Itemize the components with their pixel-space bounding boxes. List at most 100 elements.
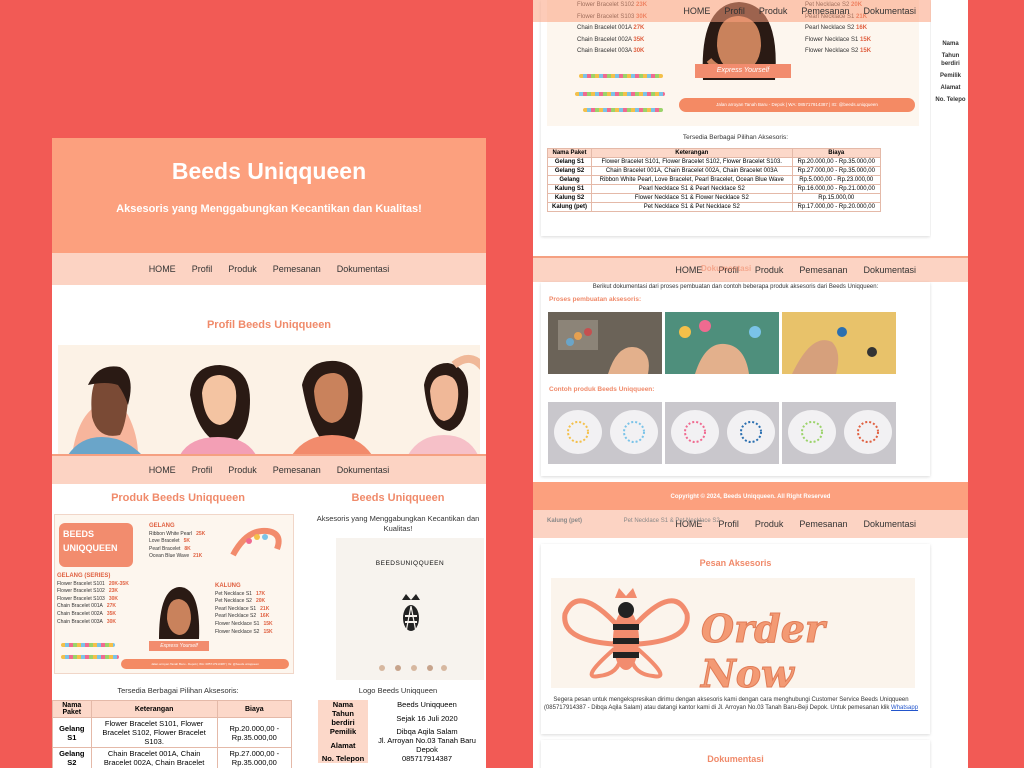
nav-produk[interactable]: Produk xyxy=(228,264,257,274)
nav-profil[interactable]: Profil xyxy=(724,6,745,16)
list-item: Chain Bracelet 002A 35K xyxy=(57,611,153,619)
cell: Gelang xyxy=(546,175,593,185)
info-key: Tahun berdiri xyxy=(318,709,368,727)
nav-produk[interactable]: Produk xyxy=(228,465,257,475)
item-price: 35K xyxy=(106,610,117,617)
kalung-list: KALUNG Pet Necklace S1 17K Pet Necklace S2… xyxy=(215,583,281,636)
cell: Kalung (pet) xyxy=(546,202,593,212)
table-row: Kalung (pet) Pet Necklace S1 & Pet Neckla… xyxy=(546,202,881,212)
profil-title: Profil Beeds Uniqqueen xyxy=(206,319,332,331)
package-table-full: Nama Paket Keterangan Biaya Gelang S1 Flo… xyxy=(546,148,881,212)
cell: Ribbon White Pearl, Love Bracelet, Pearl… xyxy=(591,175,793,185)
nav-dokumentasi[interactable]: Dokumentasi xyxy=(863,6,916,16)
side-info-strip: Nama Tahun berdiri Pemilik Alamat No. Telepo xyxy=(931,0,968,258)
gelang-series-heading: GELANG (SERIES) xyxy=(57,573,111,579)
item-name: Pet Necklace S1 xyxy=(215,590,252,597)
list-item: Pearl Necklace S2 16K xyxy=(805,25,868,31)
item-price: 25K xyxy=(196,530,206,537)
info-row: No. Telepon 085717914387 xyxy=(318,754,486,763)
about-desc: Aksesoris yang Menggabungkan Kecantikan … xyxy=(316,514,480,533)
nav-profil[interactable]: Profil xyxy=(718,519,739,529)
nav-produk[interactable]: Produk xyxy=(755,265,784,275)
process-photo-3 xyxy=(782,312,896,374)
info-table: Nama Beeds Uniqqueen Tahun berdiri Sejak 16… xyxy=(318,700,486,763)
list-item: Ribbon White Pearl 25K xyxy=(149,531,215,539)
dokumentasi-card: Berikut dokumentasi dari proses pembuata… xyxy=(541,282,930,476)
catalog-contact-text: Jalan arroyan Tanah Baru - Depok | WA: 0… xyxy=(716,102,878,107)
order-now-banner[interactable]: Order Now xyxy=(551,578,915,697)
about-title: Beeds Uniqqueen xyxy=(351,492,445,504)
nav-dokumentasi[interactable]: Dokumentasi xyxy=(337,465,390,475)
gelang-list: GELANG Ribbon White Pearl 25K Love Bracele… xyxy=(149,523,215,561)
nav-pemesanan[interactable]: Pemesanan xyxy=(273,465,321,475)
item-name: Chain Bracelet 002A xyxy=(57,610,103,617)
nav-home[interactable]: HOME xyxy=(149,264,176,274)
item-name: Ribbon White Pearl xyxy=(149,530,193,537)
nav-pemesanan[interactable]: Pemesanan xyxy=(801,6,849,16)
side-label: Pemilik xyxy=(939,73,961,79)
order-now-text[interactable]: Order Now xyxy=(701,606,915,697)
copyright-text: Copyright © 2024, Beeds Uniqqueen. All R… xyxy=(670,494,831,500)
cell: Flower Bracelet S101, Flower Bracelet S1… xyxy=(591,157,793,167)
side-label: Alamat xyxy=(940,85,961,91)
item-name: Ocean Blue Wave xyxy=(149,553,190,560)
nav-home[interactable]: HOME xyxy=(683,6,710,16)
product-photo-2 xyxy=(665,402,779,464)
item-name: Pet Necklace S2 xyxy=(215,598,252,605)
nav-produk[interactable]: Produk xyxy=(759,6,788,16)
right-top-preview: Flower Bracelet S102 23K Flower Bracelet… xyxy=(533,0,968,258)
nav-pemesanan[interactable]: Pemesanan xyxy=(273,264,321,274)
cell: Rp.20.000,00 - Rp.35.000,00 xyxy=(791,157,881,167)
bee-logo-icon xyxy=(562,588,690,679)
list-item: Chain Bracelet 001A 27K xyxy=(577,25,645,31)
nav-dokumentasi[interactable]: Dokumentasi xyxy=(863,519,916,529)
cell: Pearl Necklace S1 & Pearl Necklace S2 xyxy=(591,184,793,194)
express-ribbon: Express Yourself xyxy=(149,641,209,651)
col-biaya: Biaya xyxy=(791,148,881,158)
nav-pemesanan[interactable]: Pemesanan xyxy=(799,265,847,275)
beads-decoration xyxy=(583,108,663,112)
col-keterangan: Keterangan xyxy=(591,148,793,158)
nav-pemesanan[interactable]: Pemesanan xyxy=(799,519,847,529)
info-value: Sejak 16 Juli 2020 xyxy=(396,713,458,723)
logo-caption: Logo Beeds Uniqqueen xyxy=(358,686,438,695)
list-item: Chain Bracelet 002A 35K xyxy=(577,36,645,43)
item-price: 30K xyxy=(106,618,117,625)
item-name: Chain Bracelet 001A xyxy=(57,603,103,610)
item-name: Chain Bracelet 003A xyxy=(57,618,103,625)
nav-profil[interactable]: Profil xyxy=(192,264,213,274)
right-mid-preview: HOME Profil Produk Pemesanan Dokumentasi… xyxy=(533,256,968,482)
nav-dokumentasi[interactable]: Dokumentasi xyxy=(337,264,390,274)
beads-decoration xyxy=(61,643,115,647)
nav-home[interactable]: HOME xyxy=(149,465,176,475)
woman-avatar-icon xyxy=(159,587,200,639)
main-nav: HOME Profil Produk Pemesanan Dokumentasi xyxy=(52,253,486,285)
produk-card: Flower Bracelet S102 23K Flower Bracelet… xyxy=(541,0,930,236)
side-info-labels: Nama Tahun berdiri Pemilik Alamat No. Telepo xyxy=(933,40,968,108)
hero-header: Beeds Uniqqueen Aksesoris yang Menggabun… xyxy=(52,138,486,253)
list-item: Flower Bracelet S101 20K-35K xyxy=(57,581,153,589)
col-biaya: Biaya xyxy=(216,700,293,718)
info-row: Nama Beeds Uniqqueen xyxy=(318,700,486,709)
nav-produk[interactable]: Produk xyxy=(755,519,784,529)
catalog-contact-text: Jalan arroyan Tanah Baru - Depok | WA: 0… xyxy=(151,662,259,666)
nav-profil[interactable]: Profil xyxy=(192,465,213,475)
cell: Rp.20.000,00 - Rp.35.000,00 xyxy=(216,717,293,748)
info-key: Pemilik xyxy=(318,727,368,736)
site-title: Beeds Uniqqueen xyxy=(171,158,367,184)
nav-home[interactable]: HOME xyxy=(675,265,702,275)
table-row: Gelang S2 Chain Bracelet 001A, Chain Brac… xyxy=(546,166,881,176)
ghost-table-row: Kalung (pet) Pet Necklace S1 & Pet Neckl… xyxy=(547,518,720,524)
hand-bracelet-icon xyxy=(230,527,282,557)
profile-illustration xyxy=(58,345,480,455)
catalog-contact-bar: Jalan arroyan Tanah Baru - Depok | WA: 0… xyxy=(679,98,915,112)
table-row: Kalung S2 Flower Necklace S1 & Flower Nec… xyxy=(546,193,881,203)
produk-section: Produk Beeds Uniqqueen BEEDS UNIQQUEEN G… xyxy=(52,486,304,768)
women-illustration xyxy=(68,354,480,455)
nav-dokumentasi[interactable]: Dokumentasi xyxy=(863,265,916,275)
whatsapp-link[interactable]: Whatsapp xyxy=(891,705,918,711)
table-row: Gelang S1 Flower Bracelet S101, Flower B… xyxy=(52,717,293,748)
product-catalog-image: BEEDS UNIQQUEEN GELANG Ribbon White Pear… xyxy=(54,514,294,674)
item-price: 20K xyxy=(255,598,266,605)
cell: Gelang S1 xyxy=(546,157,593,167)
